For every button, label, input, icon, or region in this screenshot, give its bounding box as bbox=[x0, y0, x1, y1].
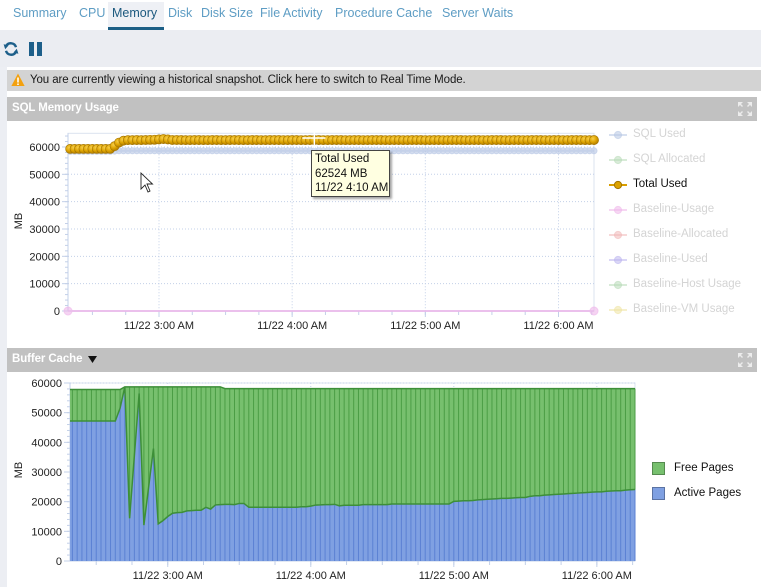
pause-icon bbox=[29, 42, 42, 56]
sql-memory-usage-chart: 0 10000 20000 30000 40000 50000 60000 11/22 3:0… bbox=[7, 121, 757, 340]
buffer-cache-chart: 0 10000 20000 30000 40000 50000 60000 11/22 3:0… bbox=[7, 372, 757, 587]
tab-summary[interactable]: Summary bbox=[13, 6, 66, 20]
caret-down-icon[interactable] bbox=[88, 356, 97, 364]
y-tick-label: 60000 bbox=[31, 378, 62, 390]
legend-label: Baseline-VM Usage bbox=[633, 303, 735, 315]
data-point[interactable] bbox=[589, 135, 599, 145]
legend-marker-icon bbox=[609, 305, 627, 315]
series-baseline-usage bbox=[63, 306, 599, 316]
tab-file-activity[interactable]: File Activity bbox=[260, 6, 323, 20]
x-tick-label: 11/22 5:00 AM bbox=[390, 320, 460, 332]
x-tick-label: 11/22 3:00 AM bbox=[124, 320, 194, 332]
y-tick-label: 0 bbox=[56, 556, 62, 568]
legend-marker-icon bbox=[609, 280, 627, 290]
banner-text[interactable]: You are currently viewing a historical s… bbox=[30, 74, 466, 86]
x-tick-label: 11/22 5:00 AM bbox=[419, 570, 489, 582]
y-tick-label: 40000 bbox=[29, 197, 60, 209]
tab-memory[interactable]: Memory bbox=[112, 6, 157, 20]
legend-label: Baseline-Allocated bbox=[633, 228, 729, 240]
pause-button[interactable] bbox=[28, 41, 44, 57]
y-tick-label: 0 bbox=[54, 306, 60, 318]
legend-label: SQL Used bbox=[633, 128, 686, 140]
y-tick-label: 10000 bbox=[31, 526, 62, 538]
tooltip-time: 11/22 4:10 AM bbox=[315, 182, 389, 194]
tab-disk-size[interactable]: Disk Size bbox=[201, 6, 253, 20]
y-tick-label: 30000 bbox=[29, 224, 60, 236]
buffer-cache-chart-svg: 0 10000 20000 30000 40000 50000 60000 11/22 3:0… bbox=[13, 378, 636, 582]
legend-label: Baseline-Host Usage bbox=[633, 278, 742, 290]
refresh-button[interactable] bbox=[3, 41, 19, 57]
tooltip-value: 62524 MB bbox=[315, 167, 368, 180]
tab-cpu[interactable]: CPU bbox=[79, 6, 105, 20]
legend-marker-icon bbox=[609, 205, 627, 215]
legend-label: Total Used bbox=[633, 178, 688, 190]
expand-icon[interactable] bbox=[738, 353, 752, 367]
legend-swatch-icon bbox=[652, 487, 665, 500]
panel-title[interactable]: Buffer Cache bbox=[12, 353, 82, 365]
panel-title: SQL Memory Usage bbox=[12, 102, 119, 114]
legend-label: Free Pages bbox=[674, 462, 734, 474]
expand-icon[interactable] bbox=[738, 102, 752, 116]
refresh-icon bbox=[3, 42, 19, 56]
tab-bar: Summary CPU Memory Disk Disk Size File A… bbox=[0, 0, 761, 30]
x-tick-label: 11/22 4:00 AM bbox=[276, 570, 346, 582]
x-tick-label: 11/22 3:00 AM bbox=[133, 570, 203, 582]
x-tick-label: 11/22 6:00 AM bbox=[523, 320, 593, 332]
axes: 0 10000 20000 30000 40000 50000 60000 11/22 3:0… bbox=[13, 132, 595, 332]
legend-label: Baseline-Used bbox=[633, 253, 708, 265]
tab-server-waits[interactable]: Server Waits bbox=[442, 6, 513, 20]
tab-procedure-cache[interactable]: Procedure Cache bbox=[335, 6, 432, 20]
stacked-area bbox=[70, 386, 636, 561]
legend-marker-icon bbox=[609, 255, 627, 265]
legend-label: SQL Allocated bbox=[633, 153, 706, 165]
data-point bbox=[589, 306, 599, 316]
toolbar bbox=[0, 30, 761, 67]
y-tick-label: 20000 bbox=[29, 251, 60, 263]
mouse-cursor-icon bbox=[140, 171, 154, 193]
legend-marker-icon bbox=[609, 180, 627, 190]
legend-swatch-icon bbox=[652, 462, 665, 475]
y-tick-label: 50000 bbox=[31, 408, 62, 420]
y-tick-label: 20000 bbox=[31, 497, 62, 509]
legend-label: Active Pages bbox=[674, 487, 742, 499]
tooltip-series: Total Used bbox=[315, 153, 370, 165]
data-point bbox=[63, 306, 73, 316]
page-margin bbox=[0, 67, 7, 587]
historical-snapshot-banner[interactable]: You are currently viewing a historical s… bbox=[7, 70, 761, 91]
warning-icon bbox=[11, 73, 25, 86]
y-axis-label: MB bbox=[13, 213, 25, 230]
legend-marker-icon bbox=[609, 130, 627, 140]
y-tick-label: 30000 bbox=[31, 467, 62, 479]
y-tick-label: 40000 bbox=[31, 437, 62, 449]
y-axis-label: MB bbox=[13, 462, 25, 479]
y-tick-label: 60000 bbox=[29, 142, 60, 154]
sql-memory-usage-header: SQL Memory Usage bbox=[7, 97, 757, 121]
legend-marker-icon bbox=[609, 230, 627, 240]
legend-label: Baseline-Usage bbox=[633, 203, 715, 215]
chart-tooltip: Total Used 62524 MB 11/22 4:10 AM bbox=[311, 150, 390, 197]
x-tick-label: 11/22 6:00 AM bbox=[562, 570, 632, 582]
legend-marker-icon bbox=[609, 155, 627, 165]
y-tick-label: 10000 bbox=[29, 279, 60, 291]
x-tick-label: 11/22 4:00 AM bbox=[257, 320, 327, 332]
y-tick-label: 50000 bbox=[29, 169, 60, 181]
data-point bbox=[590, 147, 598, 155]
buffer-cache-header: Buffer Cache bbox=[7, 348, 757, 372]
tab-disk[interactable]: Disk bbox=[168, 6, 192, 20]
